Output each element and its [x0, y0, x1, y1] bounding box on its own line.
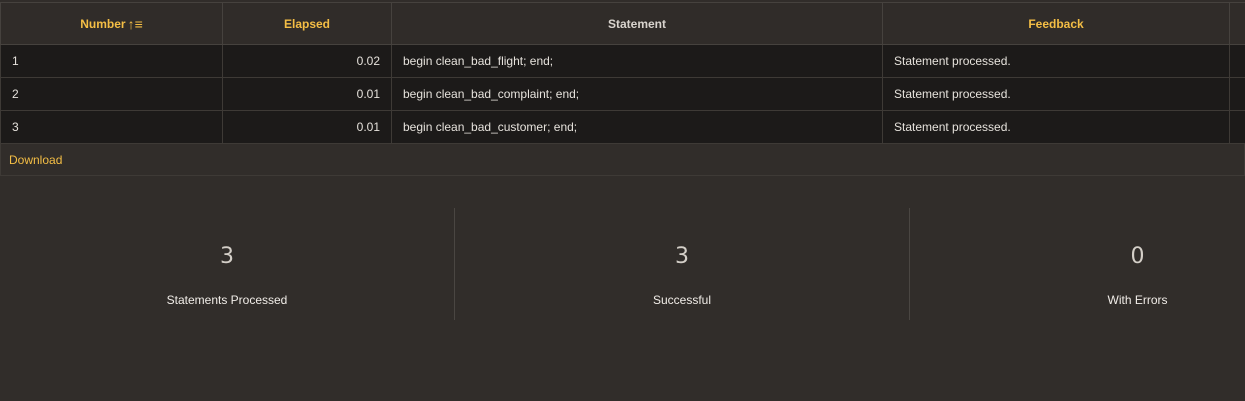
cell-elapsed: 0.01	[222, 110, 392, 144]
cell-elapsed: 0.01	[222, 77, 392, 111]
stat-successful: 3 Successful	[455, 208, 910, 320]
column-header-label: Statement	[607, 16, 666, 31]
cell-number: 2	[0, 77, 223, 111]
stat-with-errors: 0 With Errors	[910, 208, 1245, 320]
stat-value: 0	[1130, 244, 1145, 269]
cell-statement: begin clean_bad_complaint; end;	[391, 77, 883, 111]
column-header-label: Number	[80, 16, 126, 31]
stat-statements-processed: 3 Statements Processed	[0, 208, 455, 320]
table-row[interactable]: 3 0.01 begin clean_bad_customer; end; St…	[0, 110, 1245, 144]
download-link[interactable]: Download	[9, 153, 62, 167]
cell-filler	[1229, 44, 1245, 78]
table-footer: Download	[0, 144, 1245, 176]
column-header-label: Feedback	[1028, 16, 1084, 31]
table-header-row: Number ↑≡ Elapsed Statement Feedback	[0, 2, 1245, 45]
stat-value: 3	[675, 244, 689, 269]
column-header-statement[interactable]: Statement	[391, 2, 883, 45]
cell-number: 3	[0, 110, 223, 144]
cell-number: 1	[0, 44, 223, 78]
script-output-report: Number ↑≡ Elapsed Statement Feedback 1 0.…	[0, 2, 1245, 176]
stat-label: Successful	[652, 293, 712, 307]
stat-label: With Errors	[1107, 293, 1168, 307]
table-row[interactable]: 1 0.02 begin clean_bad_flight; end; Stat…	[0, 44, 1245, 78]
summary-stats: 3 Statements Processed 3 Successful 0 Wi…	[0, 208, 1245, 320]
stat-label: Statements Processed	[166, 293, 288, 307]
cell-statement: begin clean_bad_customer; end;	[391, 110, 883, 144]
column-header-label: Elapsed	[283, 16, 331, 31]
cell-feedback: Statement processed.	[882, 44, 1230, 78]
cell-filler	[1229, 77, 1245, 111]
table-row[interactable]: 2 0.01 begin clean_bad_complaint; end; S…	[0, 77, 1245, 111]
results-table: Number ↑≡ Elapsed Statement Feedback 1 0.…	[0, 2, 1245, 144]
cell-feedback: Statement processed.	[882, 110, 1230, 144]
cell-statement: begin clean_bad_flight; end;	[391, 44, 883, 78]
stat-value: 3	[220, 244, 234, 269]
cell-feedback: Statement processed.	[882, 77, 1230, 111]
cell-filler	[1229, 110, 1245, 144]
column-header-filler	[1229, 2, 1245, 45]
sort-ascending-icon[interactable]: ↑≡	[128, 16, 143, 32]
column-header-elapsed[interactable]: Elapsed	[222, 2, 392, 45]
column-header-feedback[interactable]: Feedback	[882, 2, 1230, 45]
cell-elapsed: 0.02	[222, 44, 392, 78]
column-header-number[interactable]: Number ↑≡	[0, 2, 223, 45]
